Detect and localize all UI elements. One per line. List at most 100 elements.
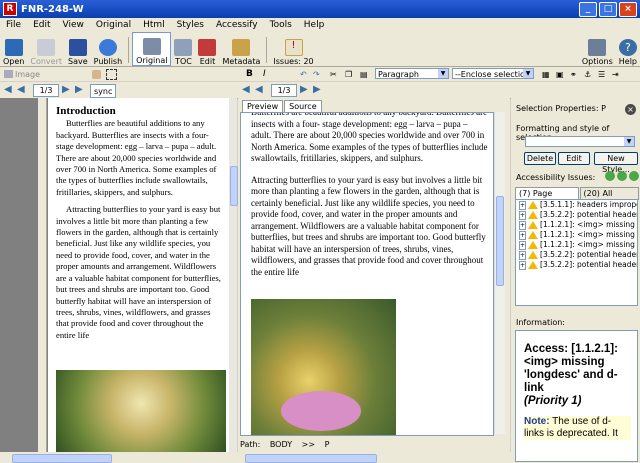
style-select[interactable]: ▼	[525, 136, 635, 147]
save-button[interactable]: Save	[65, 34, 91, 66]
help-button[interactable]: ? Help	[616, 34, 640, 66]
new-style-button[interactable]: New Style...	[594, 152, 638, 174]
metadata-button[interactable]: Metadata	[219, 34, 263, 66]
butterfly-image	[56, 370, 226, 453]
metadata-icon	[232, 39, 251, 56]
list-item[interactable]: +[1.1.2.1]: <img> missing 'longc	[516, 230, 637, 240]
italic-button[interactable]: I	[263, 68, 266, 80]
warning-icon	[528, 231, 539, 239]
edit-view-button[interactable]: Edit	[195, 34, 219, 66]
menu-edit[interactable]: Edit	[27, 20, 56, 30]
horizontal-scrollbar[interactable]	[0, 452, 512, 463]
indent-icon[interactable]: ⇥	[612, 68, 619, 80]
menu-styles[interactable]: Styles	[171, 20, 210, 30]
menu-html[interactable]: Html	[137, 20, 171, 30]
center-last-page-icon[interactable]: ▶	[313, 85, 323, 95]
undo-button[interactable]: ↶	[300, 68, 307, 80]
copy-button[interactable]: ❐	[345, 68, 352, 80]
menu-view[interactable]: View	[57, 20, 90, 30]
paste-button[interactable]: ▤	[360, 68, 368, 80]
left-page-input[interactable]: 1/3	[33, 84, 59, 97]
warning-icon	[528, 241, 539, 249]
next-page-icon[interactable]: ▶	[62, 85, 72, 95]
hand-tool[interactable]	[92, 68, 101, 80]
list-item[interactable]: +[3.5.2.2]: potential header (ital	[516, 250, 637, 260]
help-icon: ?	[618, 39, 637, 56]
image-insert-icon[interactable]: ▣	[556, 68, 564, 80]
bold-button[interactable]: B	[246, 68, 253, 80]
list-item[interactable]: +[3.5.2.2]: potential header (ital	[516, 260, 637, 270]
butterfly-image[interactable]	[251, 299, 396, 435]
last-page-icon[interactable]: ▶	[75, 85, 85, 95]
scroll-thumb[interactable]	[245, 454, 377, 463]
expand-icon[interactable]: +	[519, 200, 527, 210]
expand-icon[interactable]: +	[519, 250, 527, 260]
image-button[interactable]: Image	[4, 68, 40, 80]
scroll-thumb[interactable]	[230, 166, 238, 206]
left-paragraph: Attracting butterflies to your yard is e…	[56, 204, 221, 340]
menu-accessify[interactable]: Accessify	[210, 20, 264, 30]
warning-icon	[528, 221, 539, 229]
open-button[interactable]: Open	[0, 34, 27, 66]
expand-icon[interactable]: +	[519, 220, 527, 230]
refresh-icon[interactable]	[629, 171, 639, 181]
select-tool[interactable]	[106, 68, 117, 80]
expand-icon[interactable]: +	[519, 240, 527, 250]
original-scrollbar[interactable]	[229, 98, 238, 453]
anchor-icon[interactable]: ⚓	[584, 68, 591, 80]
menu-file[interactable]: File	[0, 20, 27, 30]
link-icon[interactable]: ⚭	[570, 68, 577, 80]
preview-paragraph[interactable]: Butterflies are beautiful additions to a…	[251, 113, 489, 165]
first-page-icon[interactable]: ◀	[4, 85, 14, 95]
expand-icon[interactable]: +	[519, 230, 527, 240]
scroll-thumb[interactable]	[496, 196, 504, 286]
list-item[interactable]: +[1.1.2.1]: <img> missing 'alt' te	[516, 220, 637, 230]
center-page-input[interactable]: 1/3	[271, 84, 297, 97]
original-view-icon	[142, 38, 161, 55]
menu-help[interactable]: Help	[298, 20, 331, 30]
minimize-button[interactable]: _	[579, 1, 597, 17]
preview-document[interactable]: Butterflies are beautiful additions to a…	[240, 112, 494, 436]
go-icon[interactable]	[605, 171, 615, 181]
expand-icon[interactable]: +	[519, 210, 527, 220]
info-note: Note: The use of d-links is deprecated. …	[524, 416, 631, 440]
table-icon[interactable]: ▦	[542, 68, 550, 80]
close-button[interactable]: ×	[619, 1, 637, 17]
sync-button[interactable]: sync	[90, 84, 117, 98]
delete-style-button[interactable]: Delete	[524, 152, 556, 165]
toc-button[interactable]: TOC	[171, 34, 195, 66]
list-icon[interactable]: ☰	[598, 68, 605, 80]
redo-button[interactable]: ↷	[313, 68, 320, 80]
path-body[interactable]: BODY	[270, 440, 292, 449]
toolbar-separator	[266, 37, 268, 63]
original-view-button[interactable]: Original	[132, 32, 172, 66]
expand-icon[interactable]: +	[519, 260, 527, 270]
close-icon[interactable]: ×	[625, 104, 636, 115]
cut-button[interactable]: ✂	[330, 68, 337, 80]
menu-original[interactable]: Original	[90, 20, 137, 30]
options-button[interactable]: Options	[579, 34, 616, 66]
menu-tools[interactable]: Tools	[264, 20, 298, 30]
prev-page-icon[interactable]: ◀	[17, 85, 27, 95]
maximize-button[interactable]: □	[599, 1, 617, 17]
enclose-selection-select[interactable]: --Enclose selection in--▼	[452, 68, 534, 90]
center-next-page-icon[interactable]: ▶	[300, 85, 310, 95]
publish-button[interactable]: Publish	[91, 34, 126, 66]
convert-button[interactable]: Convert	[27, 34, 65, 66]
hand-icon	[92, 69, 101, 79]
center-prev-page-icon[interactable]: ◀	[255, 85, 265, 95]
scroll-thumb[interactable]	[12, 454, 112, 463]
tab-preview[interactable]: Preview	[242, 100, 284, 112]
chevron-down-icon: ▼	[438, 69, 448, 78]
list-item[interactable]: +[3.5.1.1]: headers improperly n	[516, 200, 637, 210]
center-first-page-icon[interactable]: ◀	[242, 85, 252, 95]
issues-button[interactable]: ! Issues: 20	[270, 34, 316, 66]
list-item[interactable]: +[3.5.2.2]: potential header (ital	[516, 210, 637, 220]
preview-paragraph[interactable]: Attracting butterflies to your yard is e…	[251, 175, 489, 279]
preview-scrollbar[interactable]	[494, 112, 505, 434]
list-item[interactable]: +[1.1.2.1]: <img> missing 'longc	[516, 240, 637, 250]
edit-style-button[interactable]: Edit	[558, 152, 590, 165]
check-icon[interactable]	[617, 171, 627, 181]
paragraph-style-select[interactable]: Paragraph ▼	[375, 68, 449, 79]
path-p[interactable]: P	[325, 440, 330, 449]
